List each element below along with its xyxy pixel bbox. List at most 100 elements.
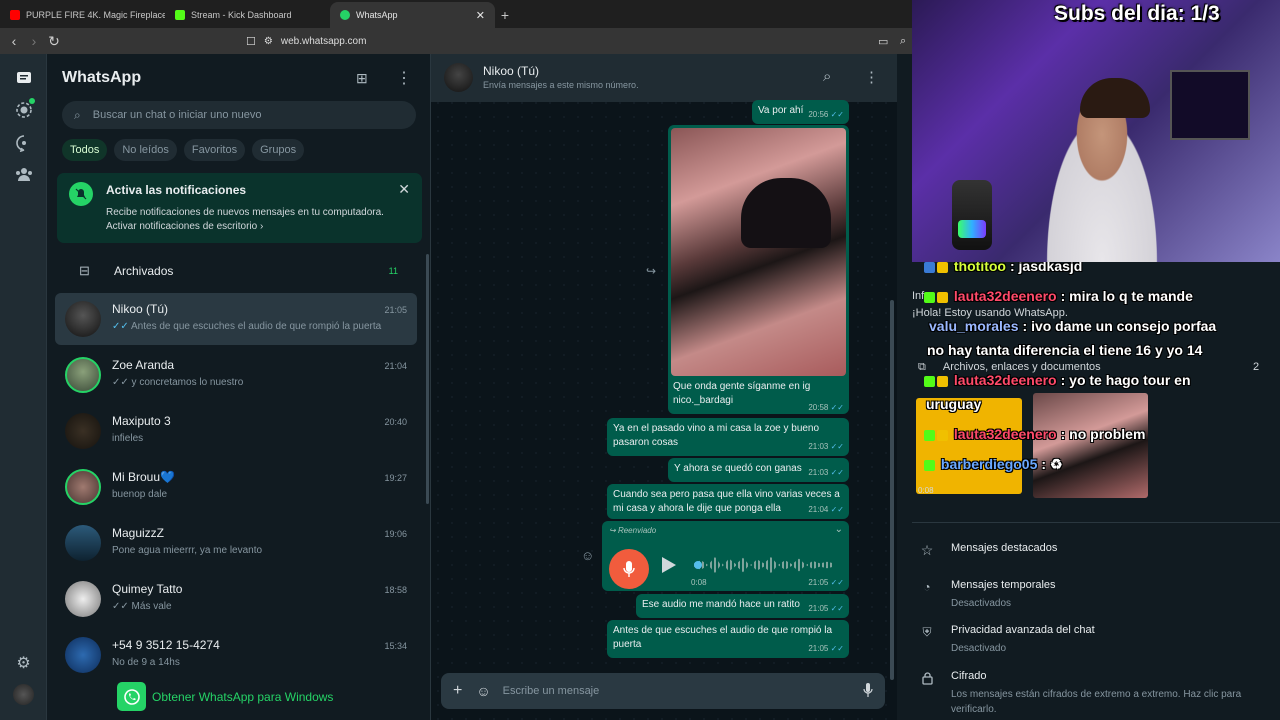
chat-message: barberdiego05: ♻	[924, 456, 1063, 473]
browser-tab-kick[interactable]: Stream - Kick Dashboard	[165, 2, 330, 28]
message-bubble[interactable]: Cuando sea pero pasa que ella vino varia…	[607, 484, 849, 519]
chat-item[interactable]: Nikoo (Tú) 21:05 ✓✓ Antes de que escuche…	[55, 293, 417, 345]
row-subtitle: Los mensajes están cifrados de extremo a…	[951, 689, 1242, 715]
close-icon[interactable]: ✕	[398, 181, 410, 198]
notification-banner[interactable]: Activa las notificaciones Recibe notific…	[57, 173, 422, 243]
crown-icon	[937, 429, 948, 441]
forward-icon[interactable]: ↪	[646, 264, 656, 278]
image-message[interactable]: Que onda gente síganme en ig nico._barda…	[668, 125, 849, 414]
archived-label: Archivados	[114, 264, 174, 278]
enable-notifications-link[interactable]: Activar notificaciones de escritorio ›	[106, 220, 384, 234]
contact-avatar[interactable]	[444, 63, 473, 92]
chat-item[interactable]: Zoe Aranda 21:04 ✓✓ y concretamos lo nue…	[55, 349, 417, 401]
reload-icon[interactable]: ↻	[44, 33, 64, 50]
thumb-audio-duration: 0:08	[918, 486, 934, 495]
background-monitor	[1170, 70, 1250, 140]
chat-preview: ✓✓ Más vale	[112, 601, 172, 612]
message-text: Antes de que escuches el audio de que ro…	[613, 625, 833, 650]
avatar	[65, 637, 101, 673]
message-time: 21:05 ✓✓	[808, 602, 844, 616]
filter-groups[interactable]: Grupos	[252, 139, 305, 161]
communities-icon[interactable]	[13, 163, 34, 184]
message-bubble[interactable]: Ese audio me mandó hace un ratito 21:05 …	[636, 594, 849, 618]
message-bubble[interactable]: Y ahora se quedó con ganas 21:03 ✓✓	[668, 458, 849, 482]
filter-favorites[interactable]: Favoritos	[183, 139, 246, 161]
message-time: 20:58 ✓✓	[808, 403, 844, 412]
time-text: 20:58	[808, 403, 829, 412]
chat-text: uruguay	[926, 396, 982, 412]
contact-status: Envía mensajes a este mismo número.	[483, 80, 639, 90]
message-bubble[interactable]: Va por ahí 20:56 ✓✓	[752, 100, 849, 124]
notification-line: Recibe notificaciones de nuevos mensajes…	[106, 207, 384, 218]
zoom-icon[interactable]: ⌕	[900, 35, 906, 48]
chats-icon[interactable]	[13, 67, 34, 88]
read-ticks-icon: ✓✓	[830, 604, 844, 613]
row-title: Mensajes destacados	[951, 542, 1058, 554]
read-ticks-icon: ✓✓	[112, 377, 129, 388]
avatar	[65, 581, 101, 617]
message-text: Va por ahí	[758, 105, 804, 116]
audio-waveform[interactable]	[694, 557, 834, 573]
chat-item[interactable]: Maxiputo 3 20:40 infieles	[55, 405, 417, 457]
forward-icon[interactable]: ›	[24, 33, 44, 49]
time-text: 21:03	[808, 468, 829, 477]
audio-progress-dot[interactable]	[694, 561, 702, 569]
search-icon[interactable]: ⌕	[823, 68, 831, 85]
chevron-down-icon[interactable]: ⌄	[835, 524, 843, 535]
message-composer: + ☺ Escribe un mensaje	[441, 673, 885, 709]
emoji-reaction-icon[interactable]: ☺	[581, 548, 594, 563]
conversation-scrollbar[interactable]	[890, 300, 894, 680]
forwarded-label: ↪ Reenviado	[609, 526, 657, 535]
search-placeholder: Buscar un chat o iniciar uno nuevo	[92, 109, 262, 121]
attach-icon[interactable]: +	[453, 682, 462, 700]
chat-message: lauta32deenero: no problem	[924, 426, 1145, 442]
chat-name: Nikoo (Tú)	[112, 302, 169, 316]
get-windows-app-link[interactable]: Obtener WhatsApp para Windows	[117, 682, 333, 711]
chat-item[interactable]: Mi Brouu💙 19:27 buenop dale	[55, 461, 417, 513]
chat-name: Maxiputo 3	[112, 414, 171, 428]
message-bubble[interactable]: Antes de que escuches el audio de que ro…	[607, 620, 849, 658]
message-text: Ya en el pasado vino a mi casa la zoe y …	[613, 423, 820, 448]
profile-avatar[interactable]	[13, 684, 34, 705]
browser-tab-whatsapp[interactable]: WhatsApp ✕	[330, 2, 495, 28]
cast-icon[interactable]: ▭	[878, 35, 888, 48]
chat-name: +54 9 3512 15-4274	[112, 638, 220, 652]
message-bubble[interactable]: Ya en el pasado vino a mi casa la zoe y …	[607, 418, 849, 456]
site-info-icon[interactable]: ⚙	[264, 36, 273, 47]
badge-icon	[937, 262, 948, 273]
address-bar[interactable]: ☐ ⚙ web.whatsapp.com ▭ ⌕	[246, 31, 906, 51]
media-thumbnail-audio[interactable]	[916, 398, 1022, 494]
filter-all[interactable]: Todos	[62, 139, 108, 161]
message-input[interactable]: Escribe un mensaje	[503, 685, 863, 697]
browser-tab-youtube[interactable]: PURPLE FIRE 4K. Magic Fireplace ·	[0, 2, 165, 28]
settings-icon[interactable]: ⚙	[13, 652, 34, 673]
whatsapp-icon	[340, 10, 350, 20]
media-thumbnail-photo[interactable]	[1033, 393, 1148, 498]
chat-item[interactable]: MaguizzZ 19:06 Pone agua mieerrr, ya me …	[55, 517, 417, 569]
photo-image[interactable]	[671, 128, 846, 376]
microphone-icon[interactable]	[863, 682, 873, 700]
new-tab-button[interactable]: +	[495, 2, 515, 28]
voice-message[interactable]: ↪ Reenviado ⌄ 0:08 21:05 ✓✓	[602, 521, 849, 591]
tab-label: Stream - Kick Dashboard	[191, 10, 292, 20]
url-text: web.whatsapp.com	[280, 35, 367, 47]
status-icon[interactable]	[13, 98, 35, 120]
channels-icon[interactable]	[13, 132, 34, 153]
emoji-icon[interactable]: ☺	[476, 683, 490, 699]
bookmark-icon[interactable]: ☐	[246, 35, 256, 48]
archived-row[interactable]: ⊟ Archivados 11	[47, 254, 430, 288]
chat-list-scrollbar[interactable]	[426, 254, 429, 504]
filter-unread[interactable]: No leídos	[114, 139, 177, 161]
time-text: 21:05	[808, 644, 829, 653]
play-icon[interactable]	[662, 557, 676, 573]
back-icon[interactable]: ‹	[4, 33, 24, 49]
close-tab-icon[interactable]: ✕	[476, 9, 485, 22]
menu-icon[interactable]: ⋮	[396, 68, 412, 88]
chat-item[interactable]: Quimey Tatto 18:58 ✓✓ Más vale	[55, 573, 417, 625]
search-input[interactable]: ⌕ Buscar un chat o iniciar uno nuevo	[62, 101, 416, 129]
chat-item[interactable]: +54 9 3512 15-4274 15:34 No de 9 a 14hs	[55, 629, 417, 681]
media-count: 2	[1253, 361, 1260, 373]
conversation-header[interactable]: Nikoo (Tú) Envía mensajes a este mismo n…	[431, 54, 897, 102]
new-chat-icon[interactable]: ⊞	[356, 70, 368, 87]
menu-icon[interactable]: ⋮	[864, 68, 879, 86]
